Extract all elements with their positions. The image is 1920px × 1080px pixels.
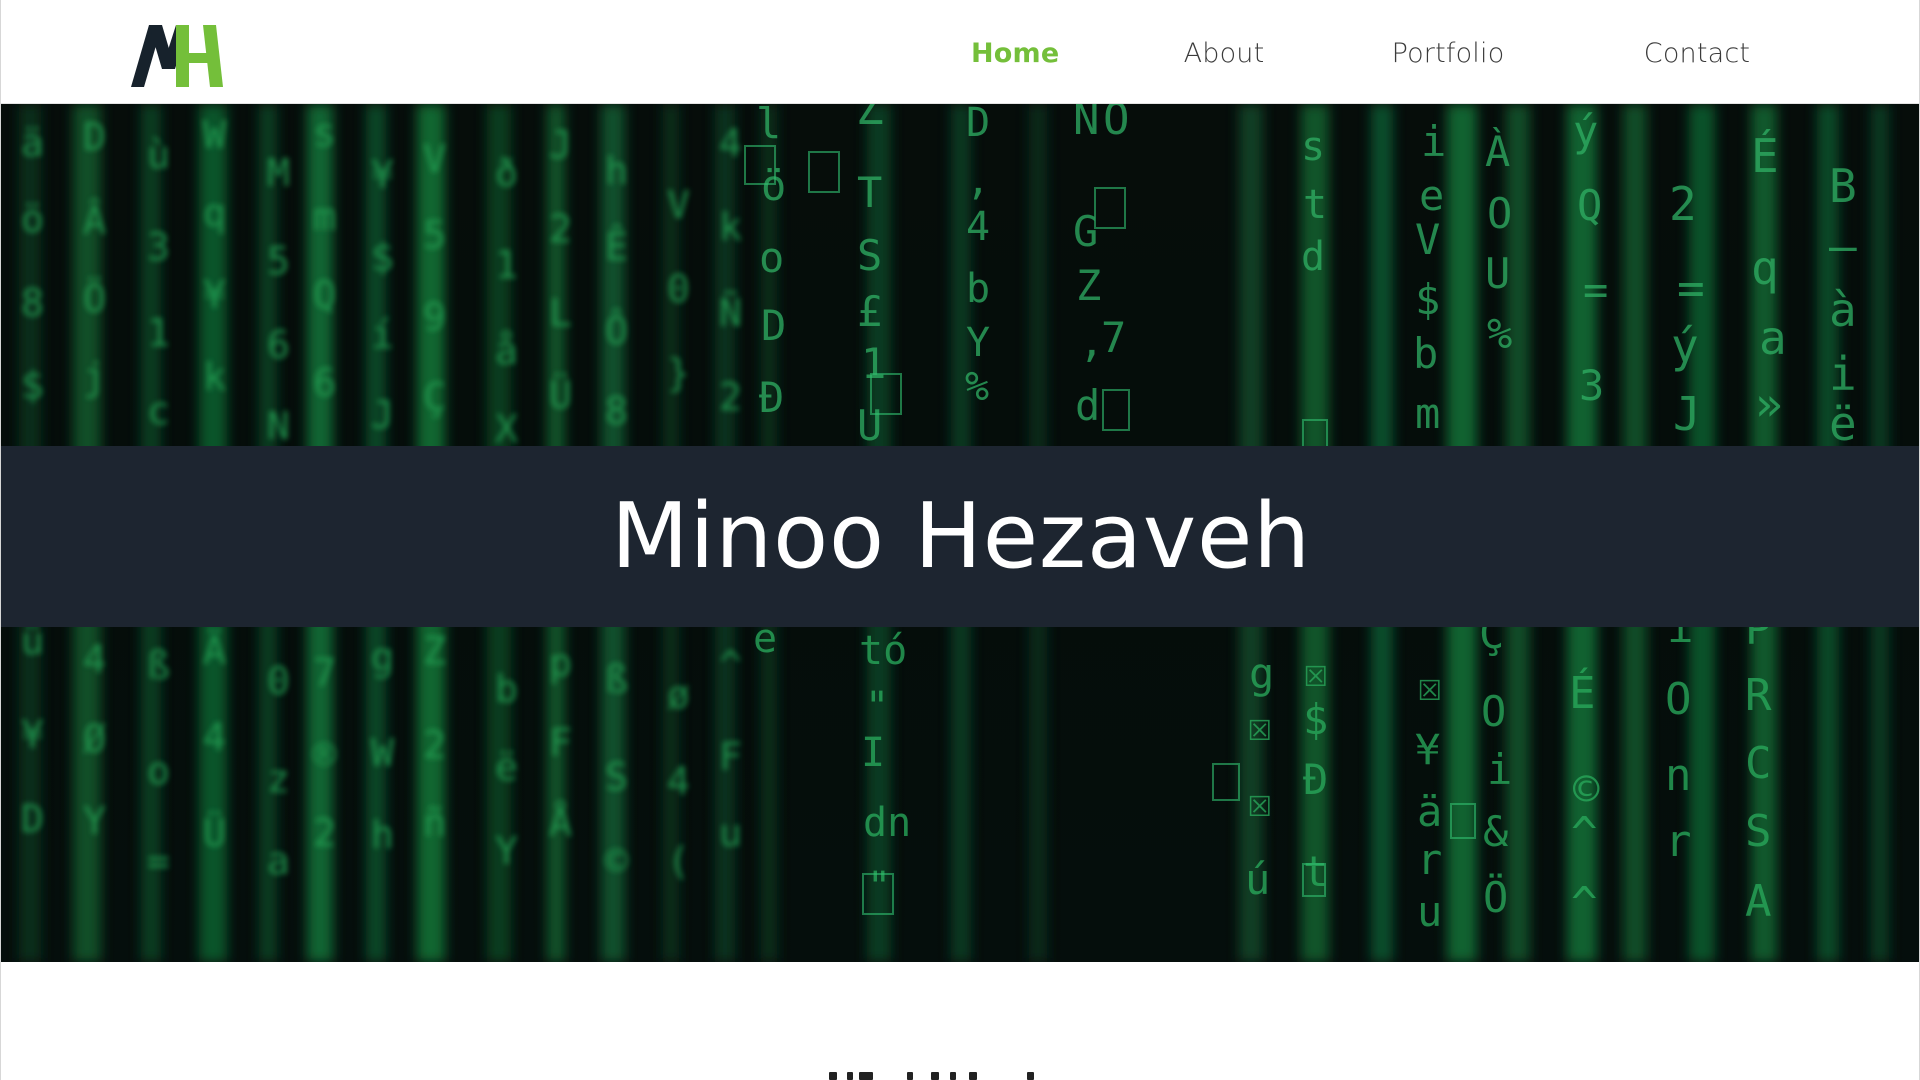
hero-title-banner: Minoo Hezaveh — [1, 446, 1919, 627]
nav-portfolio-link[interactable]: Portfolio — [1391, 34, 1505, 74]
section-heading-fragment — [829, 1072, 1034, 1080]
section-heading-partial — [823, 1064, 1063, 1080]
main-nav: Home About Portfolio Contact — [1, 0, 1919, 104]
site-header: Home About Portfolio Contact — [1, 0, 1919, 104]
page: Home About Portfolio Contact ä ö 8 $ ü ¥… — [0, 0, 1920, 1080]
nav-about-link[interactable]: About — [1179, 34, 1269, 74]
nav-contact-link[interactable]: Contact — [1642, 34, 1752, 74]
hero-title: Minoo Hezaveh — [611, 483, 1311, 589]
hero-section: ä ö 8 $ ü ¥ D DÂÖj4ØY ù 3 1 c ß o = Wq ¥ k Ä 4 Ü M56N0za … — [1, 104, 1919, 962]
nav-home-link[interactable]: Home — [971, 34, 1059, 74]
